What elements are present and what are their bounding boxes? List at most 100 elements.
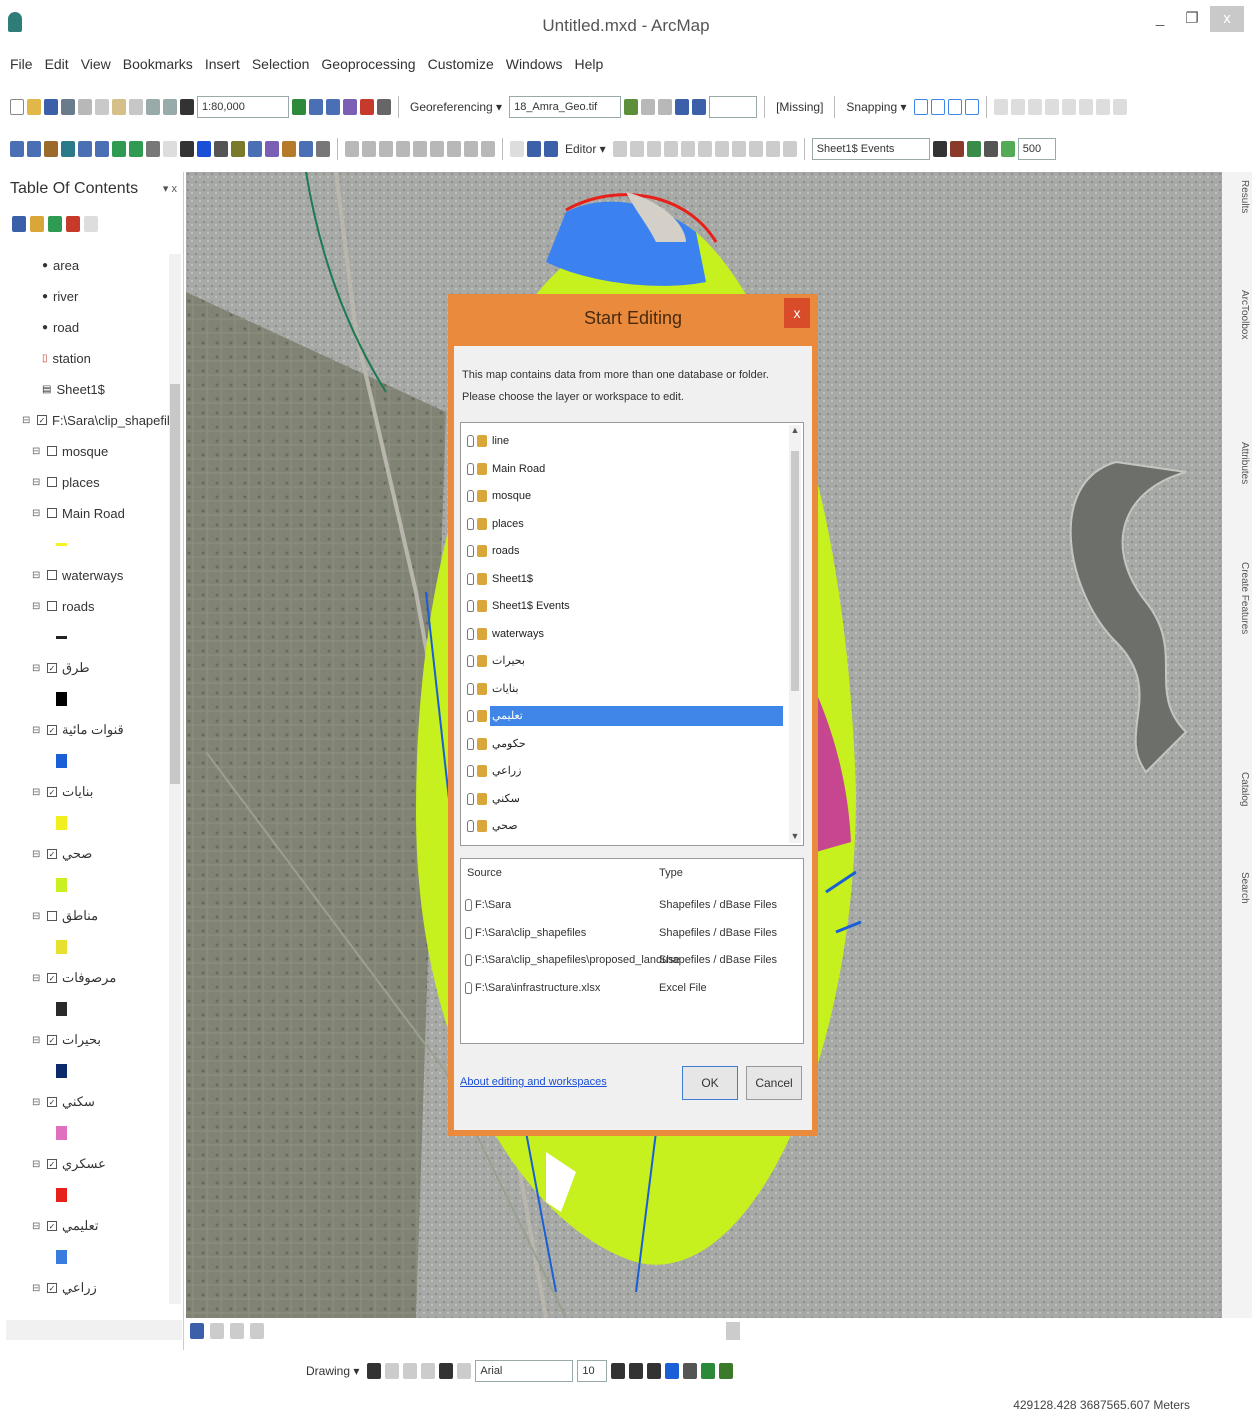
toc-layer-item[interactable]: ⊟ roads bbox=[32, 595, 95, 617]
expand-collapse-icon[interactable]: ⊟ bbox=[32, 477, 42, 488]
layer-visibility-checkbox[interactable] bbox=[47, 508, 57, 518]
font-size-combo[interactable]: 10 bbox=[577, 1360, 608, 1382]
georef-update-icon[interactable] bbox=[447, 141, 461, 157]
layer-option[interactable]: بحيرات bbox=[467, 651, 783, 671]
reshape-icon[interactable] bbox=[731, 141, 746, 157]
toc-layer-item[interactable]: ⊟ ✓ صحي bbox=[32, 843, 92, 865]
layer-visibility-checkbox[interactable]: ✓ bbox=[47, 849, 57, 859]
print-icon[interactable] bbox=[61, 99, 75, 115]
toc-pin-close[interactable]: ▾ x bbox=[163, 182, 177, 195]
flicker-icon[interactable] bbox=[966, 141, 981, 157]
attributes-tab[interactable]: Attributes bbox=[1238, 442, 1250, 484]
close-window-button[interactable]: x bbox=[1210, 6, 1244, 32]
font-combo[interactable]: Arial bbox=[475, 1360, 574, 1382]
expand-collapse-icon[interactable]: ⊟ bbox=[32, 1159, 42, 1170]
menu-edit[interactable]: Edit bbox=[45, 56, 69, 78]
georeferencing-menu[interactable]: Georeferencing ▾ bbox=[410, 100, 502, 114]
layer-option[interactable]: places bbox=[467, 514, 783, 534]
search-tab[interactable]: Search bbox=[1238, 872, 1250, 904]
edge-snapping-icon[interactable] bbox=[964, 99, 979, 115]
expand-collapse-icon[interactable]: ⊟ bbox=[32, 601, 42, 612]
workspace-row[interactable]: F:\Sara Shapefiles / dBase Files bbox=[465, 899, 795, 919]
event-layer-combo[interactable]: Sheet1$ Events bbox=[811, 138, 930, 160]
georef-rotate-icon[interactable] bbox=[345, 141, 359, 157]
georef-scale-icon[interactable] bbox=[379, 141, 393, 157]
find-icon[interactable] bbox=[265, 141, 279, 157]
bold-icon[interactable] bbox=[611, 1363, 626, 1379]
workspace-row[interactable]: F:\Sara\clip_shapefiles\proposed_landuse… bbox=[465, 954, 795, 974]
delete-icon[interactable] bbox=[129, 99, 143, 115]
attribute-transfer-icon[interactable] bbox=[1095, 99, 1110, 115]
edit-tool-icon[interactable] bbox=[612, 141, 627, 157]
go-to-xy-icon[interactable] bbox=[299, 141, 313, 157]
menu-file[interactable]: File bbox=[10, 56, 33, 78]
measure-icon[interactable] bbox=[248, 141, 262, 157]
identify-icon[interactable] bbox=[197, 141, 211, 157]
expand-collapse-icon[interactable]: ⊟ bbox=[32, 1221, 42, 1232]
redo-icon[interactable] bbox=[163, 99, 177, 115]
rotate-icon[interactable] bbox=[782, 141, 797, 157]
scroll-up-arrow[interactable]: ▲ bbox=[789, 425, 801, 435]
expand-collapse-icon[interactable]: ⊟ bbox=[32, 911, 42, 922]
layer-option[interactable]: Sheet1$ bbox=[467, 569, 783, 589]
layer-visibility-checkbox[interactable]: ✓ bbox=[37, 415, 47, 425]
georef-shift-icon[interactable] bbox=[362, 141, 376, 157]
layer-visibility-checkbox[interactable]: ✓ bbox=[47, 1283, 57, 1293]
layer-option[interactable]: roads bbox=[467, 541, 783, 561]
layer-visibility-checkbox[interactable]: ✓ bbox=[47, 787, 57, 797]
rubbersheet-icon[interactable] bbox=[1112, 99, 1127, 115]
toc-layer-item[interactable]: ⊟ mosque bbox=[32, 440, 108, 462]
underline-icon[interactable] bbox=[647, 1363, 662, 1379]
layer-option[interactable]: صحي bbox=[467, 816, 783, 836]
toc-options-icon[interactable] bbox=[84, 216, 98, 232]
expand-collapse-icon[interactable]: ⊟ bbox=[32, 1035, 42, 1046]
layer-option[interactable]: mosque bbox=[467, 486, 783, 506]
georef-link-table-icon[interactable] bbox=[658, 99, 673, 115]
georef-link-icon[interactable] bbox=[641, 99, 656, 115]
edit-vertices-icon[interactable] bbox=[714, 141, 729, 157]
layer-list-scroll-thumb[interactable] bbox=[791, 451, 799, 691]
end-point-arc-icon[interactable] bbox=[663, 141, 678, 157]
layout-view-icon[interactable] bbox=[210, 1323, 224, 1339]
expand-collapse-icon[interactable]: ⊟ bbox=[22, 415, 32, 426]
georef-fit-icon[interactable] bbox=[396, 141, 410, 157]
toc-vertical-scrollbar[interactable] bbox=[169, 254, 181, 1304]
data-view-icon[interactable] bbox=[190, 1323, 204, 1339]
layer-option[interactable]: حكومي bbox=[467, 734, 783, 754]
marker-color-icon[interactable] bbox=[719, 1363, 734, 1379]
toc-layer-item[interactable]: ⊟ ✓ زراعي bbox=[32, 1277, 97, 1299]
attributes-icon[interactable] bbox=[527, 141, 541, 157]
expand-collapse-icon[interactable]: ⊟ bbox=[32, 973, 42, 984]
parcel-tool-icon[interactable] bbox=[1044, 99, 1059, 115]
toc-layer-item[interactable]: ⊟ ✓ بنايات bbox=[32, 781, 93, 803]
layer-option[interactable]: waterways bbox=[467, 624, 783, 644]
rotate-element-icon[interactable] bbox=[385, 1363, 400, 1379]
toc-layer-item[interactable]: ⊟ ✓ سكني bbox=[32, 1091, 95, 1113]
list-by-source-icon[interactable] bbox=[30, 216, 44, 232]
paste-icon[interactable] bbox=[112, 99, 126, 115]
route-tool-icon[interactable] bbox=[1061, 99, 1076, 115]
cut-polygons-icon[interactable] bbox=[748, 141, 763, 157]
toc-layer-item[interactable]: ⊟ places bbox=[32, 471, 100, 493]
cancel-button[interactable]: Cancel bbox=[746, 1066, 802, 1100]
layer-visibility-checkbox[interactable] bbox=[47, 570, 57, 580]
menu-help[interactable]: Help bbox=[575, 56, 604, 78]
create-features-icon[interactable] bbox=[544, 141, 558, 157]
undo-icon[interactable] bbox=[146, 99, 160, 115]
toc-horizontal-scrollbar[interactable] bbox=[6, 1320, 182, 1340]
rectangle-icon[interactable] bbox=[421, 1363, 436, 1379]
advanced-edit-icon[interactable] bbox=[1027, 99, 1042, 115]
list-by-drawing-order-icon[interactable] bbox=[12, 216, 26, 232]
layer-visibility-checkbox[interactable]: ✓ bbox=[47, 1097, 57, 1107]
expand-collapse-icon[interactable]: ⊟ bbox=[32, 446, 42, 457]
split-icon[interactable] bbox=[765, 141, 780, 157]
georef-brightness-icon[interactable] bbox=[481, 141, 495, 157]
toc-layer-item[interactable]: ⊟ مناطق bbox=[32, 905, 98, 927]
layer-option[interactable]: Main Road bbox=[467, 459, 783, 479]
dialog-close-button[interactable]: x bbox=[784, 298, 810, 328]
layer-option[interactable]: تعليمي bbox=[467, 706, 783, 726]
layer-list-scrollbar[interactable]: ▲ ▼ bbox=[789, 425, 801, 843]
expand-collapse-icon[interactable]: ⊟ bbox=[32, 570, 42, 581]
straight-segment-icon[interactable] bbox=[646, 141, 661, 157]
expand-collapse-icon[interactable]: ⊟ bbox=[32, 1097, 42, 1108]
